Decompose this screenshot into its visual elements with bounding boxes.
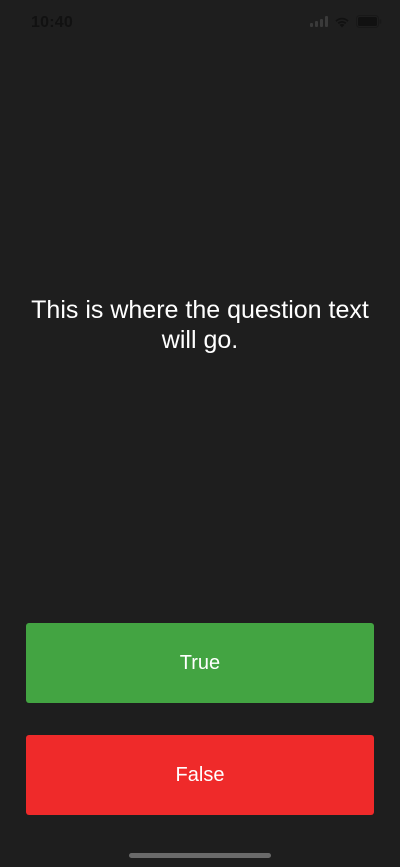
quiz-screen: 10:40 This is where the question text wi…: [0, 0, 400, 867]
status-bar: 10:40: [0, 0, 400, 46]
status-time: 10:40: [31, 14, 73, 31]
true-button[interactable]: True: [26, 623, 374, 703]
wifi-icon: [334, 16, 350, 28]
cellular-signal-icon: [310, 16, 328, 27]
home-indicator[interactable]: [129, 853, 271, 858]
question-text: This is where the question text will go.: [31, 296, 369, 354]
battery-icon: [356, 15, 382, 28]
status-icons: [310, 15, 382, 28]
false-button[interactable]: False: [26, 735, 374, 815]
